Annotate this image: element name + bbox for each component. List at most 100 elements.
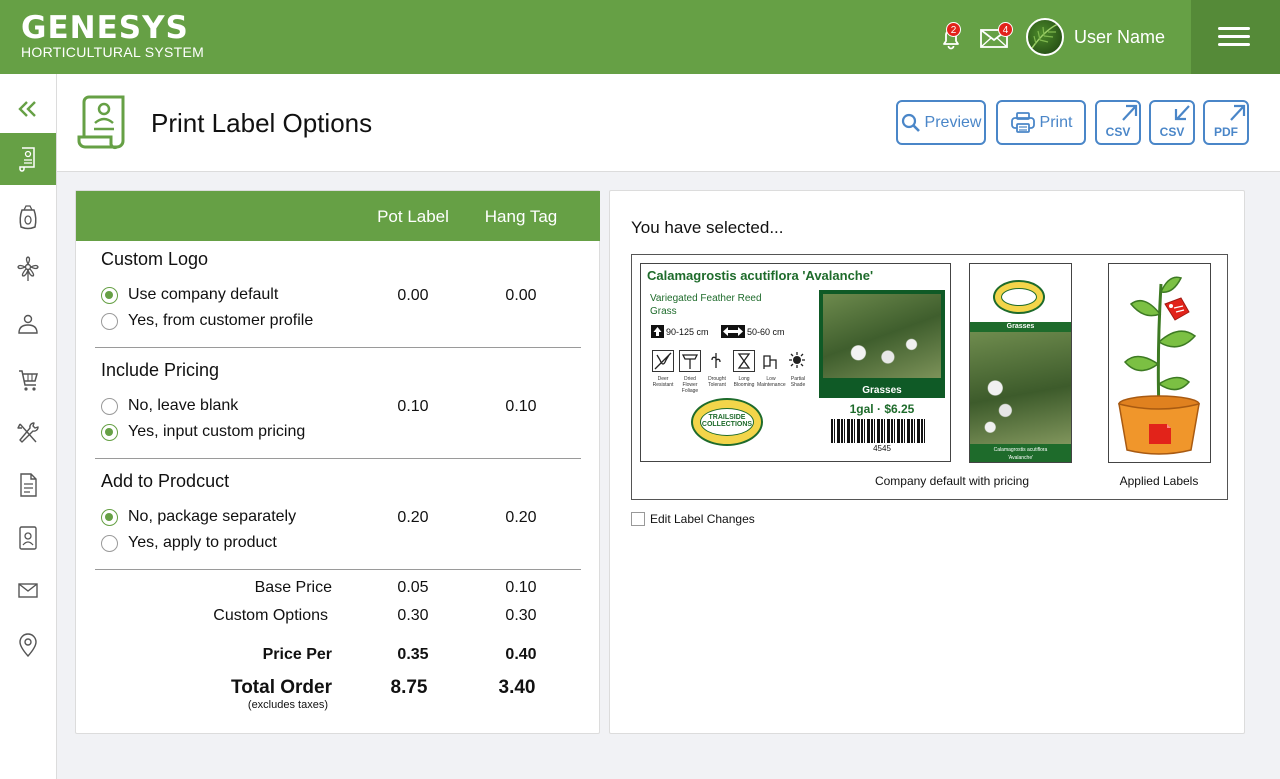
arrow-up-icon [651,325,664,338]
hamburger-line [1218,43,1250,46]
sidebar-item-labels[interactable] [0,133,56,185]
sidebar-item-contacts[interactable] [0,512,56,564]
common-name-line: Variegated Feather Reed [650,293,762,304]
care-caption: Dried Flower Foliage [681,376,699,394]
pot-label-price: 0.20 [397,509,429,526]
contact-card-icon [19,526,37,550]
care-caption: Drought Tolerant [708,376,726,388]
arrow-down-left-icon [1174,105,1190,121]
pdf-export-button[interactable]: PDF [1203,100,1249,145]
care-caption: Deer Resistant [652,376,674,388]
hang-tag-price: 0.00 [505,287,537,304]
applied-labels-preview[interactable] [1108,263,1211,463]
hang-tag-category: Grasses [970,322,1071,332]
long-blooming-icon [733,350,755,372]
selection-preview-panel: You have selected... Calamagrostis acuti… [609,190,1245,734]
hang-tag-footer: Calamagrostis acutiflora 'Avalanche' [970,444,1071,462]
app-logo[interactable]: GENESYS HORTICULTURAL SYSTEM [21,12,204,60]
radio-button[interactable] [101,423,118,441]
section-title-add-to-product: Add to Prodcuct [101,471,230,491]
sidebar [0,74,57,779]
sidebar-item-messages[interactable] [0,564,56,616]
sidebar-item-seeds[interactable] [0,192,56,244]
plant-photo-image [823,294,941,378]
brand-seal-text: TRAILSIDE COLLECTIONS [693,414,761,428]
page-title: Print Label Options [151,108,373,138]
base-price-label: Base Price [254,579,332,596]
preview-button-label: Preview [924,113,982,131]
selection-title: You have selected... [631,218,784,237]
partial-shade-icon [787,350,809,372]
arrow-left-right-icon [721,325,745,338]
flower-icon [17,256,39,281]
radio-button[interactable] [101,534,118,552]
section-title-custom-logo: Custom Logo [101,249,209,269]
sidebar-collapse-button[interactable] [0,83,56,135]
option-label: No, package separately [128,508,297,525]
option-leave-blank[interactable]: No, leave blank [101,397,238,415]
hamburger-line [1218,27,1250,30]
sidebar-item-plants[interactable] [0,243,56,295]
pot-label-preview[interactable]: Calamagrostis acutiflora 'Avalanche' Var… [640,263,951,462]
option-use-company-default[interactable]: Use company default [101,286,278,304]
section-divider [95,458,581,459]
sidebar-item-growers[interactable] [0,299,56,351]
brand-seal [993,280,1045,314]
seed-bag-icon [19,205,37,230]
sidebar-item-locations[interactable] [0,619,56,671]
brand-seal: TRAILSIDE COLLECTIONS [691,398,763,446]
plant-name: Calamagrostis acutiflora 'Avalanche' [647,268,874,283]
radio-button[interactable] [101,508,118,526]
print-button-label: Print [1039,113,1073,131]
user-name[interactable]: User Name [1074,27,1165,48]
hang-tag-cultivar: 'Avalanche' [1007,455,1034,461]
avatar[interactable] [1026,18,1064,56]
sku-number: 4545 [873,444,891,453]
price-per-pot: 0.35 [397,646,429,663]
pot-label-price: 0.00 [397,287,429,304]
label-scroll-icon [19,147,35,172]
csv-import-label: CSV [1159,125,1185,139]
top-bar: GENESYS HORTICULTURAL SYSTEM 2 4 User Na… [0,0,1280,74]
hang-tag-preview[interactable]: Grasses Calamagrostis acutiflora 'Avalan… [969,263,1072,463]
sidebar-item-tools[interactable] [0,407,56,459]
search-icon [901,113,920,132]
radio-button[interactable] [101,397,118,415]
option-label: Yes, apply to product [128,534,277,551]
radio-button[interactable] [101,286,118,304]
plant-category: Grasses [862,385,902,396]
care-caption: Partial Shade [790,376,806,388]
plant-photo [970,332,1071,444]
option-input-custom-pricing[interactable]: Yes, input custom pricing [101,423,305,441]
option-from-customer-profile[interactable]: Yes, from customer profile [101,312,313,330]
option-label: Yes, from customer profile [128,312,314,329]
option-apply-to-product[interactable]: Yes, apply to product [101,534,277,552]
csv-import-button[interactable]: CSV [1149,100,1195,145]
option-label: Yes, input custom pricing [128,423,306,440]
brand-bottom: COLLECTIONS [701,421,753,428]
hamburger-menu-button[interactable] [1191,0,1280,74]
pot-size: 1gal [849,402,874,416]
section-divider [95,569,581,570]
page-header: Print Label Options Preview Print CSV CS… [57,74,1280,172]
preview-button[interactable]: Preview [896,100,986,145]
print-button[interactable]: Print [996,100,1086,145]
custom-options-pot: 0.30 [397,607,429,624]
common-name-line: Grass [650,306,677,317]
edit-label-checkbox[interactable] [631,512,645,526]
price-per-hang: 0.40 [505,646,537,663]
option-package-separately[interactable]: No, package separately [101,508,296,526]
dried-flower-icon [679,350,701,372]
price-per-label: Price Per [262,646,332,663]
radio-button[interactable] [101,312,118,330]
hang-tag-plant-name: Calamagrostis acutiflora [993,447,1048,453]
csv-export-button[interactable]: CSV [1095,100,1141,145]
sidebar-item-orders[interactable] [0,354,56,406]
column-pot-label: Pot Label [377,207,449,226]
caption-applied: Applied Labels [1119,474,1199,488]
double-chevron-left-icon [18,101,36,117]
height-value: 90-125 cm [666,326,709,337]
base-price-pot: 0.05 [397,579,429,596]
sidebar-item-documents[interactable] [0,459,56,511]
edit-label-changes-row[interactable]: Edit Label Changes [631,512,755,526]
